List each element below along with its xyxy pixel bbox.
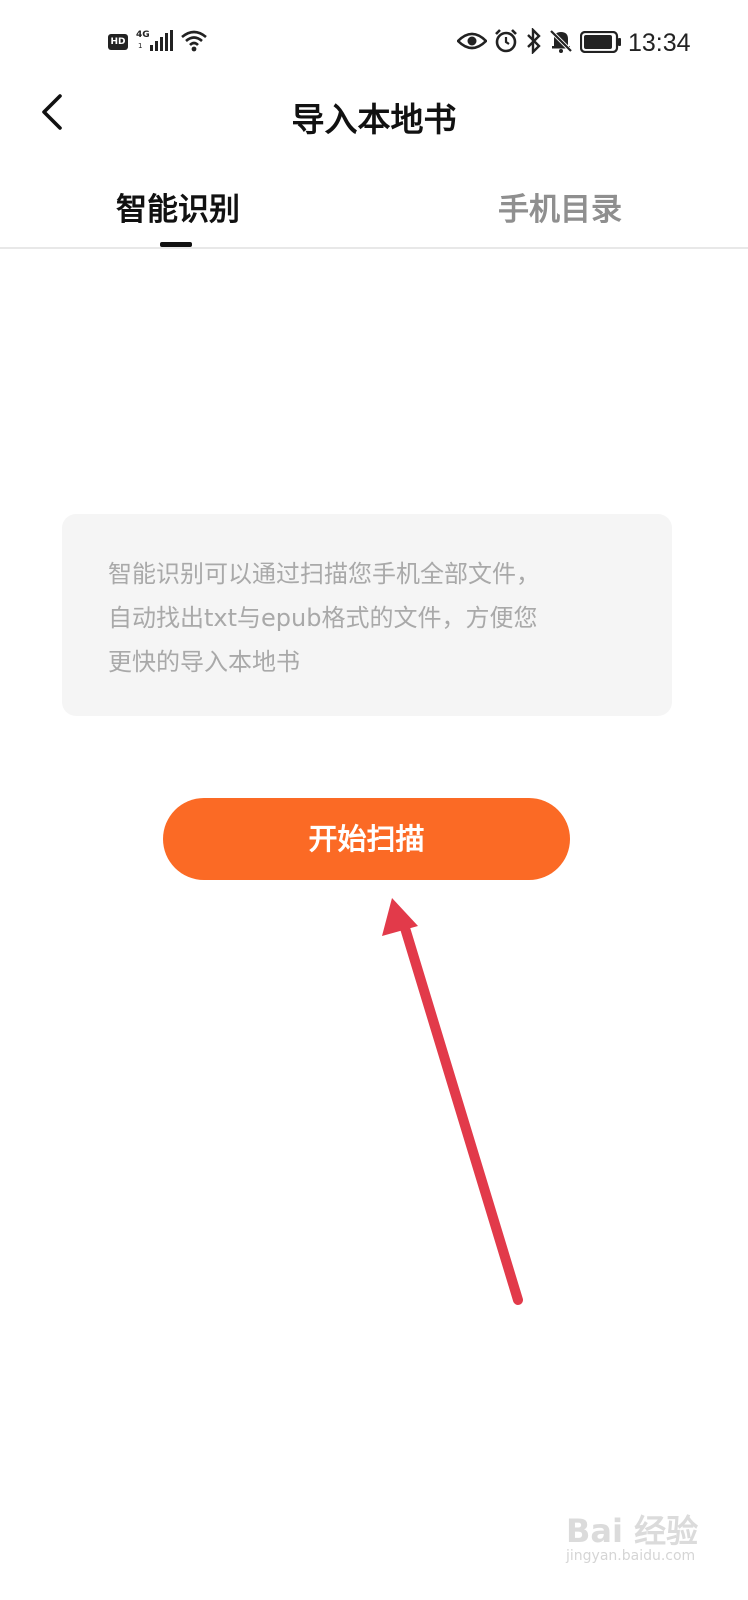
wifi-icon [181,30,207,52]
signal-icon [150,30,173,51]
page-title: 导入本地书 [291,100,457,139]
network-sub: 1 [138,42,143,50]
eye-icon [457,32,487,50]
status-time: 13:34 [628,29,691,57]
bluetooth-icon [527,28,541,54]
watermark-url: jingyan.baidu.com [566,1548,696,1564]
status-bar: HD 4G 1 13:34 [0,0,748,86]
info-text: 智能识别可以通过扫描您手机全部文件， 自动找出txt与epub格式的文件，方便您… [108,560,540,676]
tab-phone-directory[interactable]: 手机目录 [490,184,630,229]
start-scan-button[interactable]: 开始扫描 [163,798,570,880]
alarm-icon [495,29,517,53]
mute-bell-icon [549,29,573,53]
watermark-logo: Bai 经验 [566,1512,699,1550]
battery-icon [580,31,621,53]
tab-smart-recognition[interactable]: 智能识别 [108,184,248,229]
network-type: 4G [136,30,150,40]
tabs-divider [0,247,748,249]
hd-badge: HD [108,34,128,50]
